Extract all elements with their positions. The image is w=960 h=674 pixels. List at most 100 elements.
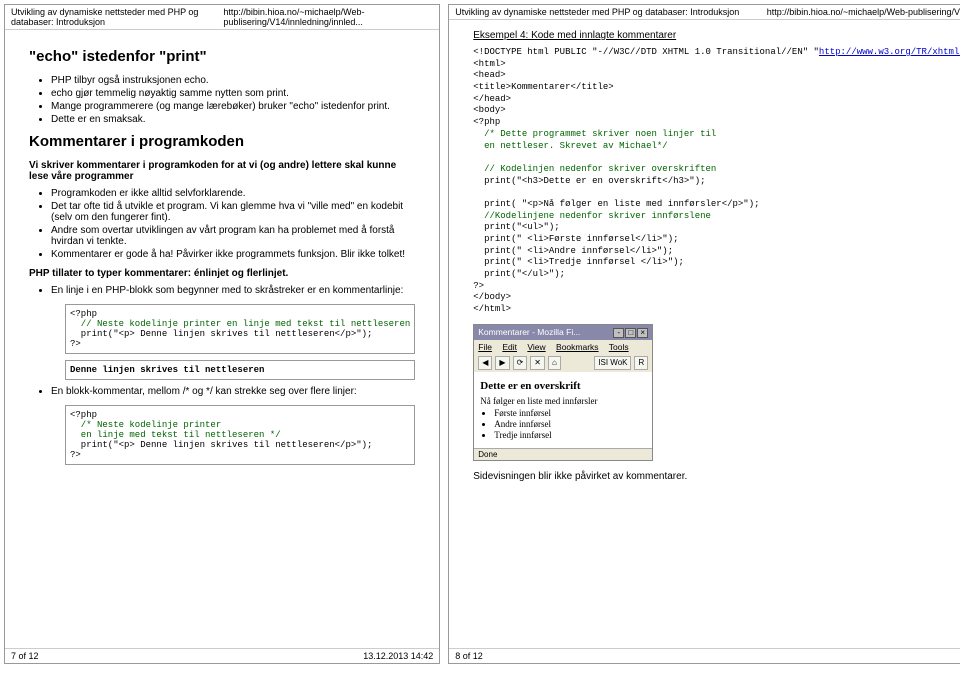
output-block-1: Denne linjen skrives til nettleseren xyxy=(65,360,415,380)
list-item: En blokk-kommentar, mellom /* og */ kan … xyxy=(51,386,415,397)
heading-echo: "echo" istedenfor "print" xyxy=(29,48,415,65)
example-code: <!DOCTYPE html PUBLIC "-//W3C//DTD XHTML… xyxy=(473,47,960,316)
rendered-paragraph: Nå følger en liste med innførsler xyxy=(480,396,646,406)
menu-tools[interactable]: Tools xyxy=(609,342,629,352)
code-line: print("</ul>"); xyxy=(473,269,565,279)
php-comment-types: PHP tillater to typer kommentarer: énlin… xyxy=(29,268,415,279)
menu-bookmarks[interactable]: Bookmarks xyxy=(556,342,599,352)
page-number: 8 of 12 xyxy=(455,651,483,661)
footnote-text: Sidevisningen blir ikke påvirket av komm… xyxy=(473,471,960,482)
code-line: <?php xyxy=(473,117,500,127)
code-line: ?> xyxy=(473,281,484,291)
code-block-1: <?php // Neste kodelinje printer en linj… xyxy=(65,304,415,354)
code-line: ?> xyxy=(70,339,81,349)
code-line-comment: /* Dette programmet skriver noen linjer … xyxy=(473,129,716,139)
status-text: Done xyxy=(478,450,497,459)
page-header-right: Utvikling av dynamiske nettsteder med PH… xyxy=(449,5,960,20)
doctype-url: http://www.w3.org/TR/xhtml1/DTD/xhtml1- xyxy=(819,47,960,57)
list-item: Første innførsel xyxy=(494,408,646,418)
code-line: <?php xyxy=(70,309,97,319)
list-item: Andre som overtar utviklingen av vårt pr… xyxy=(51,225,415,247)
code-line: <!DOCTYPE html PUBLIC "-//W3C//DTD XHTML… xyxy=(473,47,960,57)
code-line-comment: // Neste kodelinje printer en linje med … xyxy=(70,319,410,329)
menu-view[interactable]: View xyxy=(527,342,545,352)
page-footer-right: 8 of 12 13.12.2013 14:42 xyxy=(449,648,960,663)
code-line: print( "<p>Nå følger en liste med innfør… xyxy=(473,199,759,209)
menu-edit[interactable]: Edit xyxy=(502,342,517,352)
page-number: 7 of 12 xyxy=(11,651,39,661)
code-line: ?> xyxy=(70,450,81,460)
home-icon[interactable]: ⌂ xyxy=(548,356,561,370)
code-line: <?php xyxy=(70,410,97,420)
page-timestamp: 13.12.2013 14:42 xyxy=(363,651,433,661)
code-line: <head> xyxy=(473,70,505,80)
doc-url: http://bibin.hioa.no/~michaelp/Web-publi… xyxy=(223,7,433,27)
code-line: print(" <li>Første innførsel</li>"); xyxy=(473,234,678,244)
toolbar-isi[interactable]: ISI WoK xyxy=(594,356,631,370)
code-line: </html> xyxy=(473,304,511,314)
code-line-comment: en nettleser. Skrevet av Michael*/ xyxy=(473,141,667,151)
browser-title: Kommentarer - Mozilla Fi... xyxy=(478,327,580,337)
comments-bullets: Programkoden er ikke alltid selvforklare… xyxy=(29,188,415,260)
code-line: print("<h3>Dette er en overskrift</h3>")… xyxy=(473,176,705,186)
browser-window: Kommentarer - Mozilla Fi... -□× File Edi… xyxy=(473,324,653,461)
toolbar-r[interactable]: R xyxy=(634,356,648,370)
list-item: En linje i en PHP-blokk som begynner med… xyxy=(51,285,415,296)
code-line: print("<ul>"); xyxy=(473,222,559,232)
rendered-list: Første innførsel Andre innførsel Tredje … xyxy=(494,408,646,440)
stop-icon[interactable]: ✕ xyxy=(530,356,545,370)
code-line: print("<p> Denne linjen skrives til nett… xyxy=(70,329,372,339)
page-header-left: Utvikling av dynamiske nettsteder med PH… xyxy=(5,5,439,30)
code-line-comment: en linje med tekst til nettleseren */ xyxy=(70,430,281,440)
code-line-comment: //Kodelinjene nedenfor skriver innførsle… xyxy=(473,211,711,221)
heading-comments: Kommentarer i programkoden xyxy=(29,133,415,150)
list-item: Mange programmerere (og mange lærebøker)… xyxy=(51,101,415,112)
doc-url: http://bibin.hioa.no/~michaelp/Web-publi… xyxy=(767,7,960,17)
code-line: print(" <li>Andre innførsel</li>"); xyxy=(473,246,673,256)
list-item: Andre innførsel xyxy=(494,419,646,429)
code-line: <body> xyxy=(473,105,505,115)
list-item: Dette er en smaksak. xyxy=(51,114,415,125)
rendered-heading: Dette er en overskrift xyxy=(480,380,646,392)
menu-file[interactable]: File xyxy=(478,342,492,352)
browser-viewport: Dette er en overskrift Nå følger en list… xyxy=(474,372,652,448)
code-line-comment: // Kodelinjen nedenfor skriver overskrif… xyxy=(473,164,716,174)
code-line-comment: /* Neste kodelinje printer xyxy=(70,420,221,430)
forward-icon[interactable]: ▶ xyxy=(495,356,509,370)
code-line: </head> xyxy=(473,94,511,104)
window-controls: -□× xyxy=(612,327,648,338)
two-page-spread: Utvikling av dynamiske nettsteder med PH… xyxy=(0,0,960,668)
page-footer-left: 7 of 12 13.12.2013 14:42 xyxy=(5,648,439,663)
list-item: Programkoden er ikke alltid selvforklare… xyxy=(51,188,415,199)
minimize-icon[interactable]: - xyxy=(613,328,624,338)
code-block-2: <?php /* Neste kodelinje printer en linj… xyxy=(65,405,415,465)
page-body-left: "echo" istedenfor "print" PHP tilbyr ogs… xyxy=(5,30,439,648)
example-title: Eksempel 4: Kode med innlagte kommentare… xyxy=(473,30,960,41)
back-icon[interactable]: ◀ xyxy=(478,356,492,370)
doc-title: Utvikling av dynamiske nettsteder med PH… xyxy=(455,7,739,17)
code-line: print("<p> Denne linjen skrives til nett… xyxy=(70,440,372,450)
browser-menubar: File Edit View Bookmarks Tools xyxy=(474,340,652,354)
page-left: Utvikling av dynamiske nettsteder med PH… xyxy=(4,4,440,664)
block-comment-intro: En blokk-kommentar, mellom /* og */ kan … xyxy=(29,386,415,397)
close-icon[interactable]: × xyxy=(637,328,648,338)
maximize-icon[interactable]: □ xyxy=(625,328,636,338)
list-item: Tredje innførsel xyxy=(494,430,646,440)
page-right: Utvikling av dynamiske nettsteder med PH… xyxy=(448,4,960,664)
browser-toolbar: ◀ ▶ ⟳ ✕ ⌂ ISI WoK R xyxy=(474,354,652,372)
browser-statusbar: Done xyxy=(474,448,652,460)
doc-title: Utvikling av dynamiske nettsteder med PH… xyxy=(11,7,223,27)
list-item: echo gjør temmelig nøyaktig samme nytten… xyxy=(51,88,415,99)
code-line: print(" <li>Tredje innførsel </li>"); xyxy=(473,257,684,267)
code-line: </body> xyxy=(473,292,511,302)
list-item: Det tar ofte tid å utvikle et program. V… xyxy=(51,201,415,223)
code-line: <title>Kommentarer</title> xyxy=(473,82,613,92)
reload-icon[interactable]: ⟳ xyxy=(513,356,528,370)
list-item: PHP tilbyr også instruksjonen echo. xyxy=(51,75,415,86)
comments-intro: Vi skriver kommentarer i programkoden fo… xyxy=(29,160,415,182)
browser-titlebar: Kommentarer - Mozilla Fi... -□× xyxy=(474,325,652,340)
code-line: <html> xyxy=(473,59,505,69)
list-item: Kommentarer er gode å ha! Påvirker ikke … xyxy=(51,249,415,260)
output-line: Denne linjen skrives til nettleseren xyxy=(70,365,264,375)
echo-bullets: PHP tilbyr også instruksjonen echo. echo… xyxy=(29,75,415,125)
